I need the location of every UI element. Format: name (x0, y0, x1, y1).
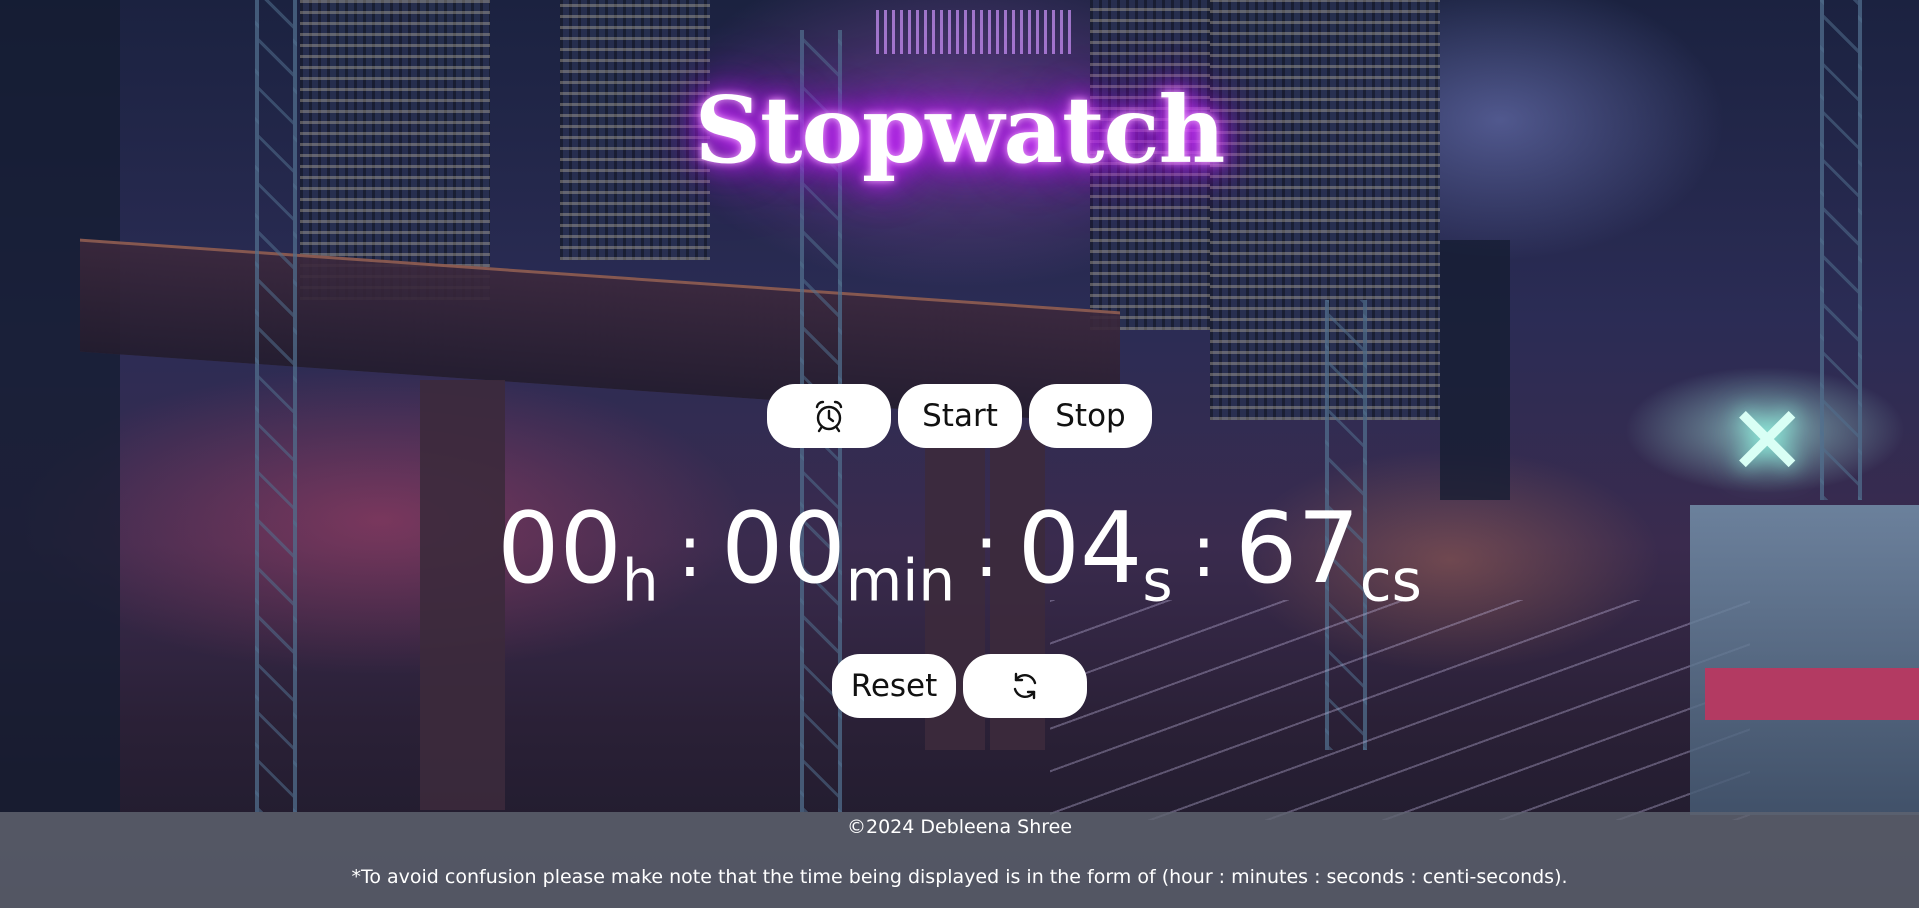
minutes-unit: min (845, 546, 956, 615)
minutes-value: 00 (721, 492, 846, 606)
refresh-button[interactable] (963, 654, 1087, 718)
copyright-text: ©2024 Debleena Shree (846, 816, 1073, 838)
time-display: 00h : 00min : 04s : 67cs (0, 500, 1919, 615)
time-separator: : (974, 509, 999, 594)
centiseconds-value: 67 (1235, 492, 1360, 606)
centiseconds-unit: cs (1359, 546, 1422, 615)
hours-value: 00 (497, 492, 622, 606)
start-button[interactable]: Start (898, 384, 1022, 448)
format-note: *To avoid confusion please make note tha… (351, 866, 1568, 888)
alarm-button[interactable] (767, 384, 891, 448)
alarm-clock-icon (812, 399, 846, 433)
time-separator: : (1191, 509, 1216, 594)
stopwatch-app: Stopwatch Start Stop 00h : 00min : 04s :… (0, 0, 1919, 812)
time-separator: : (677, 509, 702, 594)
hours-unit: h (621, 546, 659, 615)
reset-button[interactable]: Reset (832, 654, 956, 718)
refresh-icon (1008, 669, 1042, 703)
stop-button[interactable]: Stop (1029, 384, 1152, 448)
alarm-clock-icon-svg (815, 400, 843, 433)
page-title: Stopwatch (694, 76, 1226, 184)
seconds-unit: s (1142, 546, 1173, 615)
refresh-icon-svg (1013, 672, 1037, 700)
seconds-value: 04 (1017, 492, 1143, 606)
